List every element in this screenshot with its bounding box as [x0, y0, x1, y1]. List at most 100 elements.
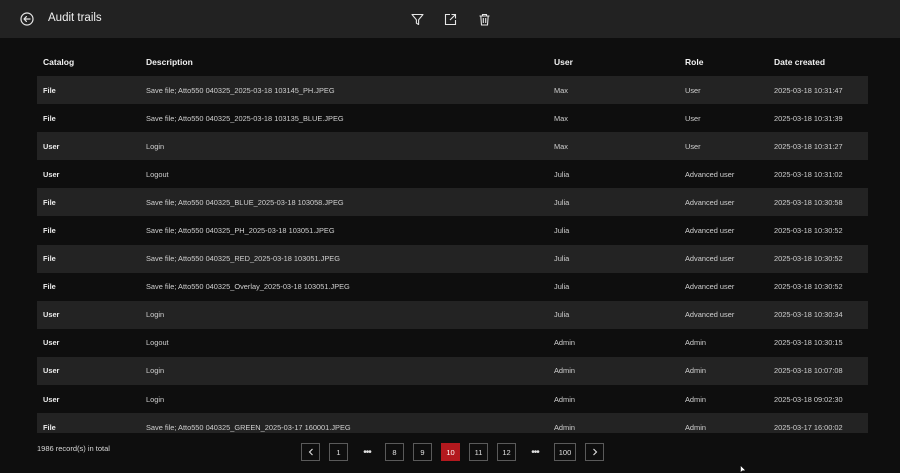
- export-button[interactable]: [442, 11, 458, 27]
- cell-catalog: File: [37, 76, 140, 105]
- top-bar: Audit trails: [0, 0, 900, 38]
- cell-catalog: File: [37, 413, 140, 433]
- cell-catalog: File: [37, 216, 140, 245]
- column-header-catalog[interactable]: Catalog: [37, 48, 140, 76]
- filter-icon: [410, 13, 424, 25]
- cell-role: Advanced user: [679, 216, 768, 245]
- cell-role: User: [679, 132, 768, 161]
- cell-role: User: [679, 104, 768, 133]
- cell-role: Advanced user: [679, 188, 768, 217]
- cell-description: Save file; Atto550 040325_PH_2025-03-18 …: [140, 216, 548, 245]
- table-row[interactable]: User Login Admin Admin 2025-03-18 09:02:…: [37, 385, 868, 414]
- page-button-current[interactable]: 10: [441, 443, 460, 461]
- cell-description: Save file; Atto550 040325_2025-03-18 103…: [140, 76, 548, 105]
- cell-user: Julia: [548, 216, 679, 245]
- cell-catalog: User: [37, 328, 140, 357]
- page-button[interactable]: 12: [497, 443, 516, 461]
- table-row[interactable]: File Save file; Atto550 040325_Overlay_2…: [37, 272, 868, 301]
- cell-description: Login: [140, 300, 548, 329]
- cell-user: Admin: [548, 385, 679, 414]
- page-title: Audit trails: [48, 12, 102, 24]
- cell-description: Save file; Atto550 040325_2025-03-18 103…: [140, 104, 548, 133]
- cell-role: Admin: [679, 356, 768, 386]
- table-row[interactable]: User Logout Julia Advanced user 2025-03-…: [37, 160, 868, 189]
- table-row[interactable]: File Save file; Atto550 040325_2025-03-1…: [37, 76, 868, 105]
- cell-date: 2025-03-18 10:30:34: [768, 300, 868, 329]
- cell-user: Admin: [548, 356, 679, 386]
- cell-description: Logout: [140, 328, 548, 357]
- column-header-date-created[interactable]: Date created: [768, 48, 868, 76]
- cell-description: Login: [140, 132, 548, 161]
- cell-user: Julia: [548, 244, 679, 273]
- delete-button[interactable]: [476, 11, 492, 27]
- cell-catalog: User: [37, 356, 140, 386]
- cell-date: 2025-03-18 10:31:27: [768, 132, 868, 161]
- cell-user: Max: [548, 76, 679, 105]
- cell-role: Advanced user: [679, 272, 768, 301]
- cell-user: Julia: [548, 300, 679, 329]
- back-button[interactable]: [18, 10, 36, 28]
- cell-role: Admin: [679, 413, 768, 433]
- trash-icon: [479, 13, 489, 26]
- back-icon: [20, 12, 34, 26]
- cell-catalog: User: [37, 132, 140, 161]
- cell-user: Julia: [548, 272, 679, 301]
- export-icon: [444, 13, 456, 25]
- audit-table: Catalog Description User Role Date creat…: [37, 48, 868, 433]
- chevron-right-icon: [592, 448, 597, 456]
- cell-description: Save file; Atto550 040325_BLUE_2025-03-1…: [140, 188, 548, 217]
- next-page-button[interactable]: [585, 443, 604, 461]
- cell-date: 2025-03-18 10:30:52: [768, 216, 868, 245]
- cell-catalog: File: [37, 104, 140, 133]
- cell-description: Save file; Atto550 040325_Overlay_2025-0…: [140, 272, 548, 301]
- cell-role: Admin: [679, 385, 768, 414]
- pagination-ellipsis-left[interactable]: •••: [360, 443, 374, 461]
- page-button-last[interactable]: 100: [554, 443, 576, 461]
- cell-catalog: File: [37, 188, 140, 217]
- column-header-description[interactable]: Description: [140, 48, 548, 76]
- table-row[interactable]: File Save file; Atto550 040325_RED_2025-…: [37, 244, 868, 273]
- cell-role: Advanced user: [679, 160, 768, 189]
- table-row[interactable]: File Save file; Atto550 040325_BLUE_2025…: [37, 188, 868, 217]
- cell-date: 2025-03-18 10:07:08: [768, 356, 868, 386]
- cell-date: 2025-03-18 09:02:30: [768, 385, 868, 414]
- cell-date: 2025-03-18 10:30:52: [768, 272, 868, 301]
- cell-user: Admin: [548, 328, 679, 357]
- cell-user: Julia: [548, 160, 679, 189]
- column-header-role[interactable]: Role: [679, 48, 768, 76]
- cell-user: Julia: [548, 188, 679, 217]
- cell-role: Advanced user: [679, 300, 768, 329]
- cell-date: 2025-03-18 10:31:47: [768, 76, 868, 105]
- cell-description: Save file; Atto550 040325_RED_2025-03-18…: [140, 244, 548, 273]
- cell-date: 2025-03-18 10:30:52: [768, 244, 868, 273]
- page-button-first[interactable]: 1: [329, 443, 348, 461]
- cell-catalog: User: [37, 385, 140, 414]
- records-total: 1986 record(s) in total: [37, 444, 110, 453]
- filter-button[interactable]: [409, 11, 425, 27]
- table-row[interactable]: File Save file; Atto550 040325_GREEN_202…: [37, 413, 868, 433]
- column-header-user[interactable]: User: [548, 48, 679, 76]
- table-row[interactable]: User Login Admin Admin 2025-03-18 10:07:…: [37, 356, 868, 386]
- table-row[interactable]: File Save file; Atto550 040325_PH_2025-0…: [37, 216, 868, 245]
- cell-date: 2025-03-18 10:30:58: [768, 188, 868, 217]
- cell-user: Max: [548, 132, 679, 161]
- previous-page-button[interactable]: [301, 443, 320, 461]
- cell-description: Save file; Atto550 040325_GREEN_2025-03-…: [140, 413, 548, 433]
- cell-role: Advanced user: [679, 244, 768, 273]
- page-button[interactable]: 8: [385, 443, 404, 461]
- cell-role: User: [679, 76, 768, 105]
- table-row[interactable]: User Logout Admin Admin 2025-03-18 10:30…: [37, 328, 868, 357]
- cell-catalog: User: [37, 300, 140, 329]
- page-button[interactable]: 11: [469, 443, 488, 461]
- cell-role: Admin: [679, 328, 768, 357]
- table-row[interactable]: User Login Julia Advanced user 2025-03-1…: [37, 300, 868, 329]
- pagination-ellipsis-right[interactable]: •••: [528, 443, 542, 461]
- audit-table-container[interactable]: Catalog Description User Role Date creat…: [37, 48, 868, 433]
- cell-catalog: File: [37, 244, 140, 273]
- cell-catalog: User: [37, 160, 140, 189]
- page-button[interactable]: 9: [413, 443, 432, 461]
- table-row[interactable]: File Save file; Atto550 040325_2025-03-1…: [37, 104, 868, 133]
- cell-date: 2025-03-18 10:31:02: [768, 160, 868, 189]
- table-row[interactable]: User Login Max User 2025-03-18 10:31:27: [37, 132, 868, 161]
- cell-description: Logout: [140, 160, 548, 189]
